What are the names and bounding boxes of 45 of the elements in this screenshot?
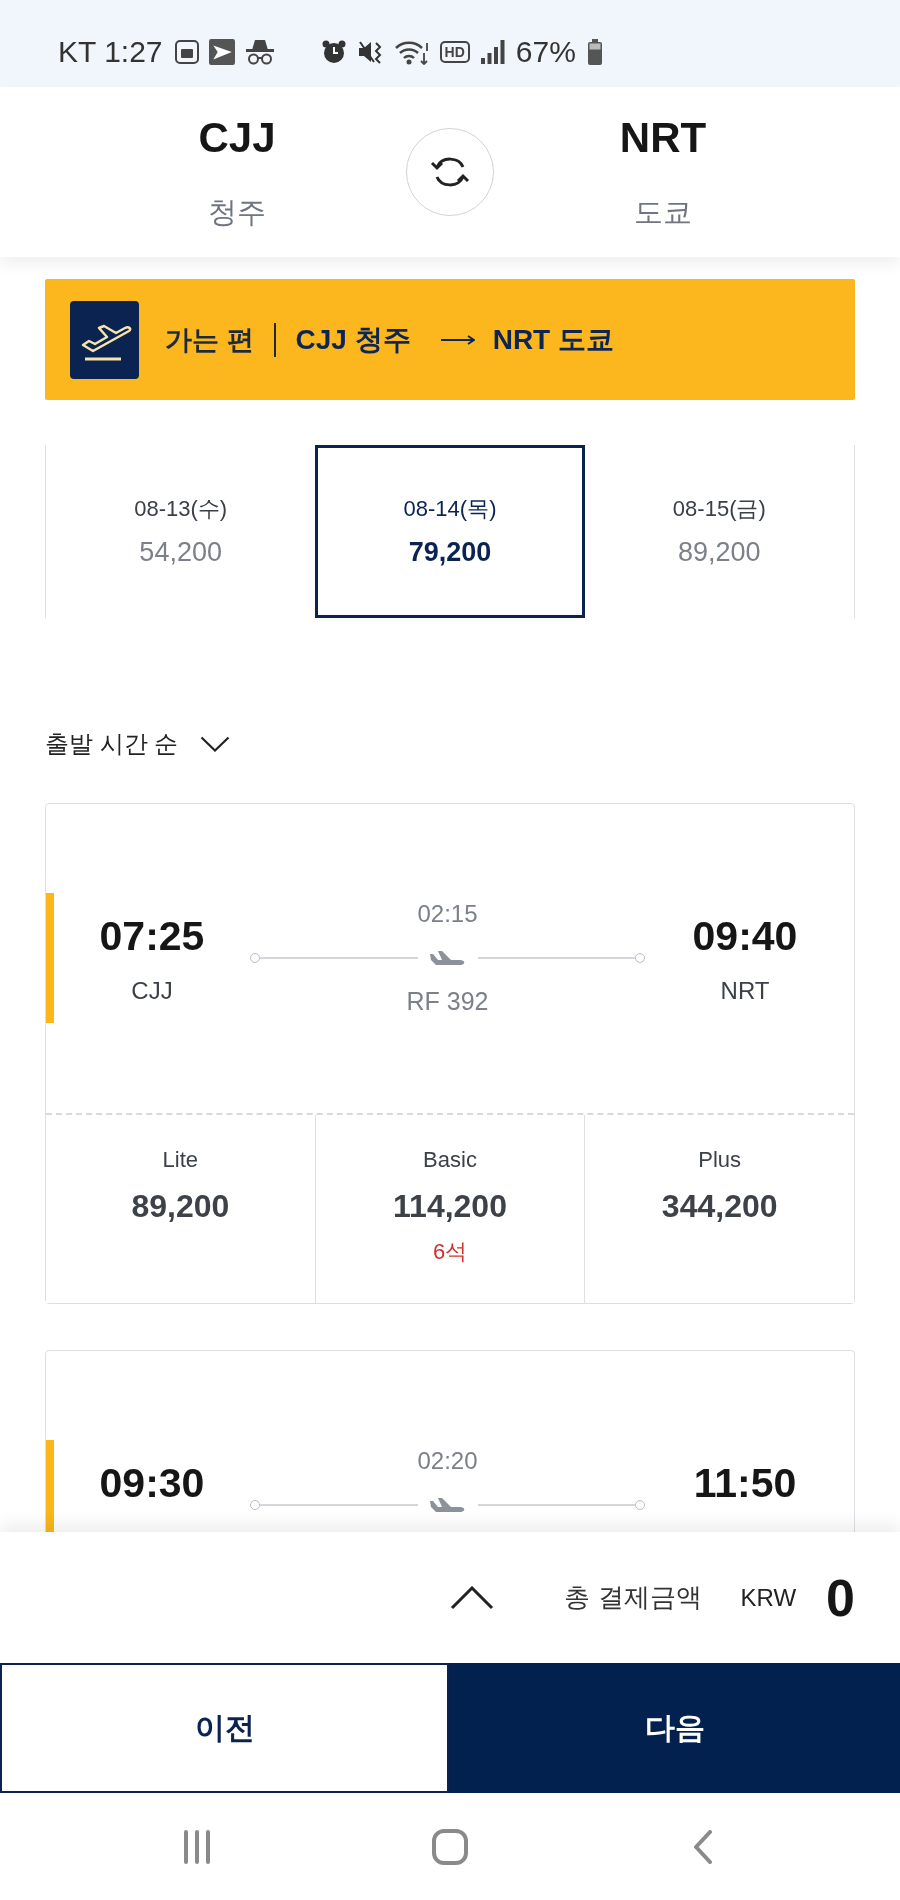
arrival-airport: NRT xyxy=(720,976,770,1006)
leg-destination: NRT 도쿄 xyxy=(492,322,614,357)
destination-airport-code: NRT xyxy=(619,114,707,162)
previous-button[interactable]: 이전 xyxy=(0,1663,449,1793)
takeoff-icon xyxy=(70,300,139,379)
origin-city: 청주 xyxy=(208,195,266,230)
paper-plane-app-icon xyxy=(208,38,235,65)
chevron-up-icon[interactable] xyxy=(450,1585,495,1610)
departure-time: 09:30 xyxy=(99,1459,205,1507)
departure-time: 07:25 xyxy=(99,912,205,960)
alarm-clock-icon xyxy=(320,38,347,65)
flight-duration: 02:15 xyxy=(417,899,478,929)
signal-bars-icon xyxy=(480,39,505,64)
departure-airport: CJJ xyxy=(131,976,173,1006)
battery-percent: 67% xyxy=(515,34,576,69)
destination-city: 도쿄 xyxy=(634,195,692,230)
flight-number: RF 392 xyxy=(406,986,489,1016)
recent-apps-icon[interactable] xyxy=(182,1829,211,1864)
square-app-icon xyxy=(174,39,199,64)
airplane-icon xyxy=(429,1497,466,1513)
chevron-down-icon[interactable] xyxy=(200,736,231,752)
home-icon[interactable] xyxy=(432,1828,468,1865)
date-tab[interactable]: 08-14(목) 79,200 xyxy=(315,445,585,618)
back-icon[interactable] xyxy=(693,1829,714,1864)
total-amount: 0 xyxy=(826,1569,855,1626)
fare-option[interactable]: Plus 344,200 xyxy=(584,1115,854,1303)
flight-duration: 02:20 xyxy=(417,1446,478,1476)
currency-label: KRW xyxy=(740,1583,797,1612)
airplane-icon xyxy=(429,950,466,966)
sort-dropdown[interactable]: 출발 시간 순 xyxy=(45,728,231,760)
carrier-time: KT 1:27 xyxy=(58,34,163,69)
muted-speaker-icon xyxy=(357,39,384,64)
hd-badge: HD xyxy=(439,40,470,63)
incognito-icon xyxy=(244,38,275,65)
battery-icon xyxy=(586,38,603,65)
leg-origin: CJJ 청주 xyxy=(295,322,411,357)
arrival-time: 09:40 xyxy=(692,912,798,960)
date-tab[interactable]: 08-15(금) 89,200 xyxy=(584,445,854,618)
next-button[interactable]: 다음 xyxy=(449,1663,900,1793)
total-label: 총 결제금액 xyxy=(564,1581,702,1614)
date-tab[interactable]: 08-13(수) 54,200 xyxy=(46,445,316,618)
origin-airport-code: CJJ xyxy=(198,114,276,162)
arrow-right-icon xyxy=(440,333,475,346)
leg-label: 가는 편 xyxy=(165,323,254,357)
arrival-time: 11:50 xyxy=(693,1459,797,1507)
